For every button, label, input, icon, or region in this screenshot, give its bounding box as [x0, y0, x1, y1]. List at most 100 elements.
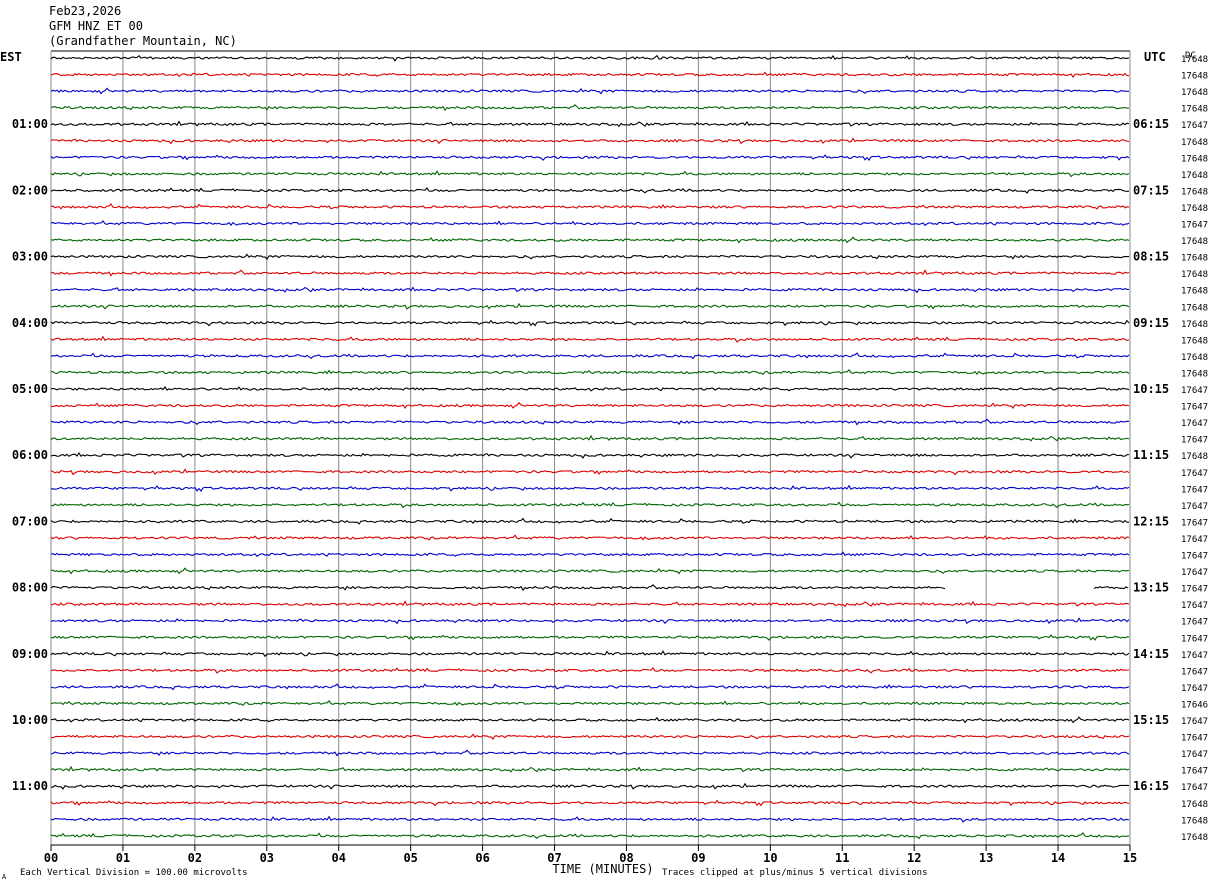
- dc-offset-label: 17648: [1181, 254, 1208, 264]
- clip-note: Traces clipped at plus/minus 5 vertical …: [662, 868, 928, 878]
- dc-offset-label: 17648: [1181, 353, 1208, 363]
- trace-line: [1093, 585, 1129, 590]
- est-hour-label: 06:00: [12, 448, 48, 462]
- trace-line: [50, 799, 1130, 807]
- utc-hour-label: 13:15: [1133, 581, 1169, 595]
- trace-line: [50, 815, 1130, 823]
- trace-line: [50, 286, 1130, 294]
- dc-offset-label: 17647: [1181, 436, 1208, 446]
- utc-hour-label: 07:15: [1133, 183, 1169, 197]
- x-tick-label: 09: [691, 851, 705, 865]
- trace-line: [50, 187, 1130, 194]
- trace-line: [50, 401, 1130, 409]
- x-tick-label: 04: [332, 851, 346, 865]
- dc-offset-label: 17647: [1181, 601, 1208, 611]
- trace-line: [50, 700, 1130, 707]
- x-tick-label: 15: [1123, 851, 1137, 865]
- utc-hour-label: 08:15: [1133, 250, 1169, 264]
- dc-offset-label: 17647: [1181, 651, 1208, 661]
- dc-offset-label: 17648: [1181, 204, 1208, 214]
- dc-offset-label: 17648: [1181, 138, 1208, 148]
- dc-offset-label: 17648: [1181, 800, 1208, 810]
- trace-line: [50, 567, 1130, 575]
- trace-line: [50, 352, 1130, 360]
- est-hour-label: 05:00: [12, 382, 48, 396]
- utc-hour-label: 09:15: [1133, 316, 1169, 330]
- trace-line: [50, 269, 1130, 277]
- x-tick-label: 12: [907, 851, 921, 865]
- trace-line: [50, 634, 1130, 641]
- x-tick-label: 06: [475, 851, 489, 865]
- trace-line: [50, 54, 1130, 62]
- x-tick-label: 11: [835, 851, 849, 865]
- trace-line: [50, 600, 1130, 608]
- dc-offset-label: 17647: [1181, 221, 1208, 231]
- dc-offset-label: 17648: [1181, 105, 1208, 115]
- dc-offset-label: 17647: [1181, 783, 1208, 793]
- trace-line: [50, 517, 1130, 525]
- trace-line: [50, 369, 1130, 376]
- dc-offset-label: 17647: [1181, 535, 1208, 545]
- dc-offset-label: 17647: [1181, 485, 1208, 495]
- dc-offset-label: 17648: [1181, 72, 1208, 82]
- dc-offset-label: 17648: [1181, 287, 1208, 297]
- est-hour-label: 10:00: [12, 713, 48, 727]
- est-hour-label: 11:00: [12, 779, 48, 793]
- dc-offset-label: 17647: [1181, 386, 1208, 396]
- est-hour-label: 01:00: [12, 117, 48, 131]
- dc-offset-label: 17647: [1181, 469, 1208, 479]
- dc-offset-label: 17647: [1181, 585, 1208, 595]
- dc-offset-label: 17647: [1181, 518, 1208, 528]
- trace-line: [50, 154, 1130, 161]
- x-tick-label: 05: [403, 851, 417, 865]
- utc-hour-label: 16:15: [1133, 779, 1169, 793]
- x-tick-label: 03: [260, 851, 274, 865]
- dc-offset-label: 17647: [1181, 717, 1208, 727]
- dc-offset-label: 17647: [1181, 618, 1208, 628]
- trace-line: [50, 253, 1130, 260]
- seismic-traces: [50, 54, 1130, 840]
- trace-line: [50, 683, 1130, 691]
- dc-offset-label: 17647: [1181, 403, 1208, 413]
- est-hour-label: 09:00: [12, 647, 48, 661]
- est-hour-label: 08:00: [12, 581, 48, 595]
- trace-line: [50, 319, 1130, 327]
- dc-label: DC: [1185, 51, 1196, 61]
- est-label: EST: [0, 50, 22, 64]
- trace-line: [50, 120, 1130, 128]
- dc-offset-label: 17647: [1181, 667, 1208, 677]
- trace-line: [50, 650, 1130, 658]
- x-tick-label: 14: [1051, 851, 1065, 865]
- x-axis-title: TIME (MINUTES): [552, 862, 653, 876]
- dc-offset-label: 17647: [1181, 552, 1208, 562]
- x-tick-label: 10: [763, 851, 777, 865]
- helicorder-plot: 00 01 02 03 04 05 06 07 08 09 10 11 12 13 14 1517648176…: [0, 50, 1208, 881]
- dc-offset-label: 17648: [1181, 171, 1208, 181]
- dc-offset-label: 17648: [1181, 816, 1208, 826]
- dc-offset-label: 17648: [1181, 320, 1208, 330]
- dc-offset-label: 17647: [1181, 121, 1208, 131]
- utc-hour-label: 11:15: [1133, 448, 1169, 462]
- dc-offset-label: 17647: [1181, 767, 1208, 777]
- dc-offset-label: 17647: [1181, 750, 1208, 760]
- trace-line: [50, 733, 1130, 740]
- trace-line: [50, 137, 1130, 145]
- trace-line: [50, 484, 1130, 492]
- trace-line: [50, 386, 1130, 392]
- time-grid: [50, 50, 1131, 851]
- dc-offset-label: 17648: [1181, 833, 1208, 843]
- utc-hour-label: 14:15: [1133, 647, 1169, 661]
- dc-offset-label: 17648: [1181, 452, 1208, 462]
- utc-hour-label: 15:15: [1133, 713, 1169, 727]
- dc-offset-label: 17648: [1181, 336, 1208, 346]
- utc-hour-label: 12:15: [1133, 514, 1169, 528]
- x-tick-label: 01: [116, 851, 130, 865]
- trace-line: [50, 236, 1130, 244]
- trace-line: [50, 782, 1130, 790]
- dc-offset-label: 17647: [1181, 502, 1208, 512]
- trace-line: [50, 418, 1130, 426]
- trace-line: [50, 749, 1130, 757]
- trace-line: [50, 716, 1130, 724]
- dc-offset-label: 17647: [1181, 684, 1208, 694]
- dc-offset-label: 17648: [1181, 88, 1208, 98]
